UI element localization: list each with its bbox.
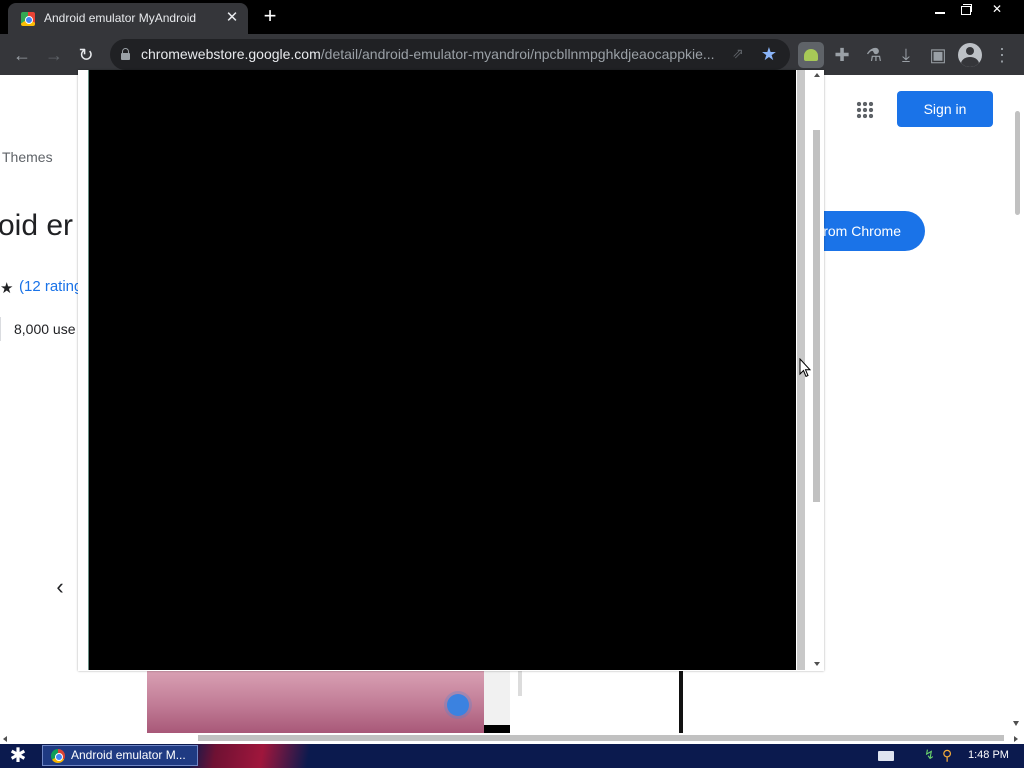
tab-close-icon[interactable]: ✕ xyxy=(224,9,240,27)
horizontal-scrollbar[interactable] xyxy=(0,733,1024,744)
tab-title: Android emulator MyAndroid xyxy=(44,11,197,25)
extension-favicon-icon xyxy=(21,12,35,26)
url-text[interactable]: chromewebstore.google.com/detail/android… xyxy=(141,46,721,62)
browser-toolbar: ← → ↻ chromewebstore.google.com/detail/a… xyxy=(0,34,1024,75)
side-panel-icon[interactable]: ▣ xyxy=(926,43,950,67)
chrome-icon xyxy=(51,749,65,763)
kebab-menu-icon[interactable]: ⋮ xyxy=(990,43,1014,67)
new-tab-button[interactable]: + xyxy=(260,5,280,29)
bookmark-star-icon[interactable]: ★ xyxy=(758,43,780,65)
restore-button[interactable] xyxy=(953,1,977,17)
share-icon[interactable]: ⇗ xyxy=(728,45,748,65)
mouse-cursor-icon xyxy=(799,358,811,378)
taskbar-window-label: Android emulator M... xyxy=(71,748,186,762)
taskbar-decoration xyxy=(190,744,320,768)
google-apps-icon[interactable] xyxy=(856,101,874,119)
network-icon[interactable]: ↯ xyxy=(924,748,938,762)
clock[interactable]: 1:48 PM xyxy=(968,749,1009,761)
horizontal-scroll-thumb[interactable] xyxy=(198,735,1004,741)
profile-avatar-icon[interactable] xyxy=(958,43,982,67)
scroll-up-arrow-icon[interactable] xyxy=(814,73,820,77)
scroll-down-arrow-icon[interactable] xyxy=(1013,721,1019,726)
extension-popup xyxy=(78,70,824,671)
page-vertical-scrollbar[interactable] xyxy=(1010,75,1024,733)
lock-icon[interactable] xyxy=(121,48,130,60)
labs-flask-icon[interactable]: ⚗ xyxy=(862,43,886,67)
download-icon[interactable]: ⤓ xyxy=(894,43,918,67)
emulator-screen[interactable] xyxy=(88,70,796,670)
extensions-puzzle-icon[interactable]: ✚ xyxy=(830,43,854,67)
taskbar: ✱ Android emulator M... ↯ ⚲ 1:48 PM xyxy=(0,744,1024,768)
url-host: chromewebstore.google.com xyxy=(141,46,321,62)
screenshot-edge xyxy=(679,670,683,733)
extension-title: oid er xyxy=(0,209,74,242)
carousel-prev-icon[interactable]: ‹ xyxy=(50,575,70,599)
keyboard-icon[interactable] xyxy=(878,751,894,761)
scroll-left-arrow-icon[interactable] xyxy=(3,736,7,742)
minimize-button[interactable] xyxy=(928,1,952,17)
tab-active[interactable]: Android emulator MyAndroid ✕ xyxy=(8,3,248,34)
start-menu-icon[interactable]: ✱ xyxy=(4,744,32,768)
extension-screenshot xyxy=(92,670,688,733)
screenshot-bar xyxy=(518,670,522,696)
taskbar-window-button[interactable]: Android emulator M... xyxy=(42,745,198,766)
back-icon[interactable]: ← xyxy=(10,43,34,67)
reload-icon[interactable]: ↻ xyxy=(74,43,98,67)
popup-scroll-thumb[interactable] xyxy=(813,130,820,502)
search-icon[interactable]: ⚲ xyxy=(942,747,958,763)
screenshot-wallpaper xyxy=(147,670,484,733)
scroll-down-arrow-icon[interactable] xyxy=(814,662,820,666)
screenshot-sidebar xyxy=(484,670,510,733)
page-scroll-thumb[interactable] xyxy=(1015,111,1020,215)
themes-link[interactable]: Themes xyxy=(2,149,53,165)
window-close-button[interactable]: ✕ xyxy=(985,1,1009,17)
users-count: 8,000 use xyxy=(14,321,76,337)
screenshot-fab-icon xyxy=(447,694,469,716)
rating-star-icon: ★ xyxy=(0,280,14,297)
popup-scrollbar[interactable] xyxy=(810,70,824,671)
divider xyxy=(0,317,1,341)
forward-icon[interactable]: → xyxy=(42,43,66,67)
android-extension-icon[interactable] xyxy=(798,42,824,68)
url-path: /detail/android-emulator-myandroi/npcbll… xyxy=(320,46,715,62)
sign-in-button[interactable]: Sign in xyxy=(897,91,993,127)
scroll-right-arrow-icon[interactable] xyxy=(1014,736,1018,742)
address-bar[interactable]: chromewebstore.google.com/detail/android… xyxy=(110,39,790,70)
ratings-link[interactable]: (12 rating xyxy=(19,278,82,295)
title-bar: Android emulator MyAndroid ✕ + ✕ xyxy=(0,0,1024,34)
